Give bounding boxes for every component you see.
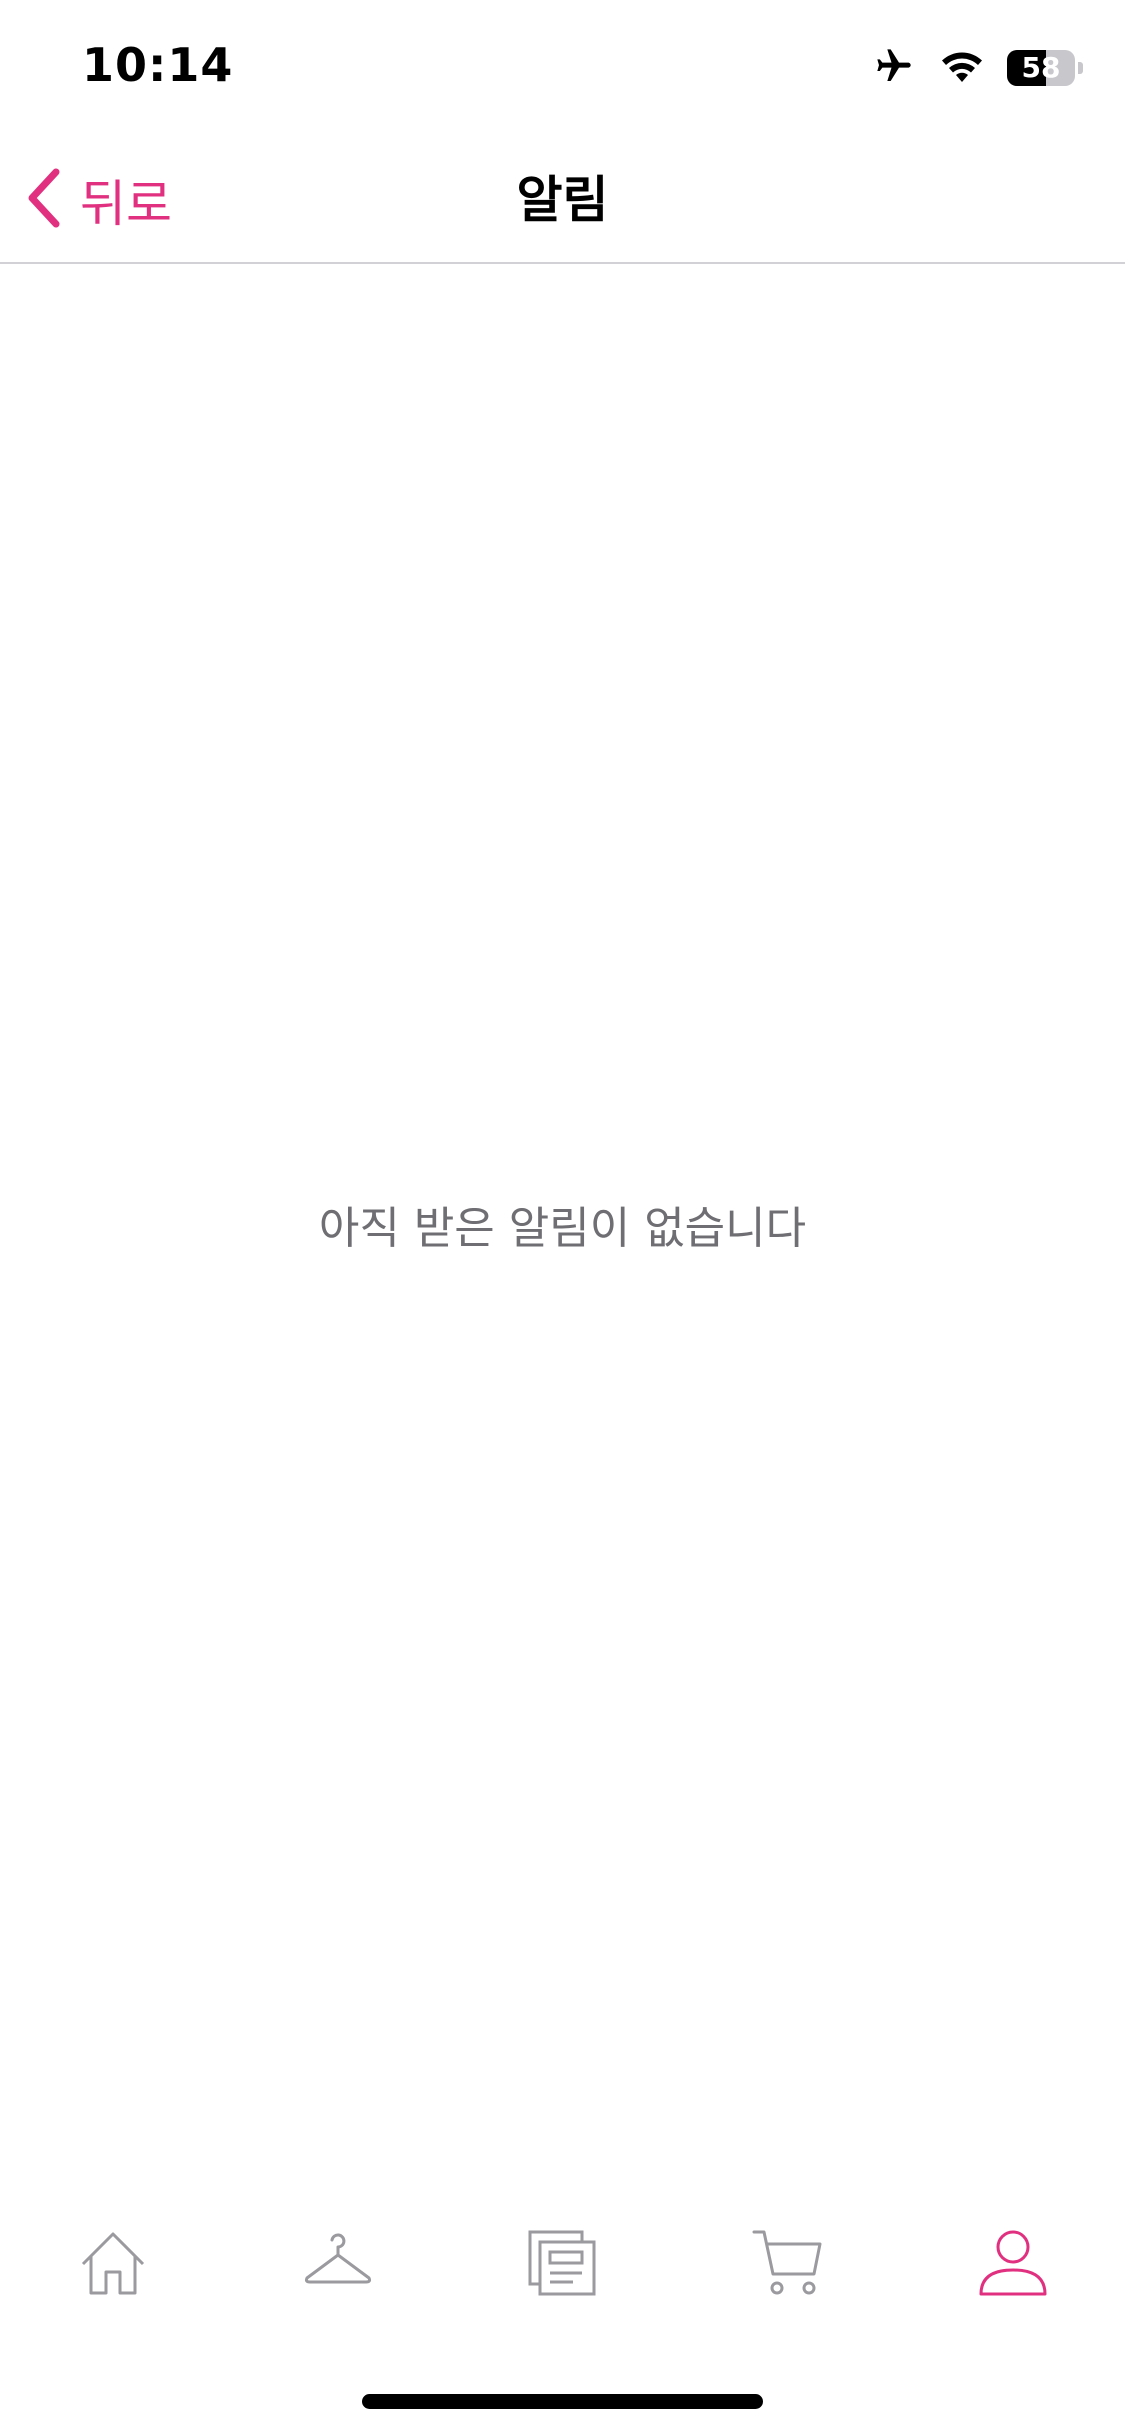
profile-icon xyxy=(978,2228,1048,2302)
home-icon xyxy=(78,2228,148,2302)
status-bar: 10:14 58 xyxy=(0,0,1125,135)
tab-home[interactable] xyxy=(0,2200,225,2330)
chevron-left-icon xyxy=(24,167,64,233)
back-label: 뒤로 xyxy=(80,175,172,233)
navigation-bar: 뒤로 알림 xyxy=(0,135,1125,264)
battery-cap xyxy=(1078,62,1083,74)
tab-closet[interactable] xyxy=(225,2200,450,2330)
empty-state-message: 아직 받은 알림이 없습니다 xyxy=(318,1203,807,1254)
battery-level: 58 xyxy=(1021,51,1061,84)
tab-bar xyxy=(0,2200,1125,2330)
battery-icon: 58 xyxy=(1007,50,1083,86)
catalog-icon xyxy=(528,2228,598,2302)
wifi-icon xyxy=(939,48,985,88)
status-time: 10:14 xyxy=(82,38,234,92)
airplane-icon xyxy=(871,46,917,90)
cart-icon xyxy=(752,2228,824,2302)
tab-profile[interactable] xyxy=(900,2200,1125,2330)
back-button[interactable]: 뒤로 xyxy=(24,165,172,235)
home-indicator xyxy=(362,2394,763,2409)
status-icons: 58 xyxy=(871,46,1083,90)
hanger-icon xyxy=(303,2228,373,2302)
tab-cart[interactable] xyxy=(675,2200,900,2330)
tab-catalog[interactable] xyxy=(450,2200,675,2330)
